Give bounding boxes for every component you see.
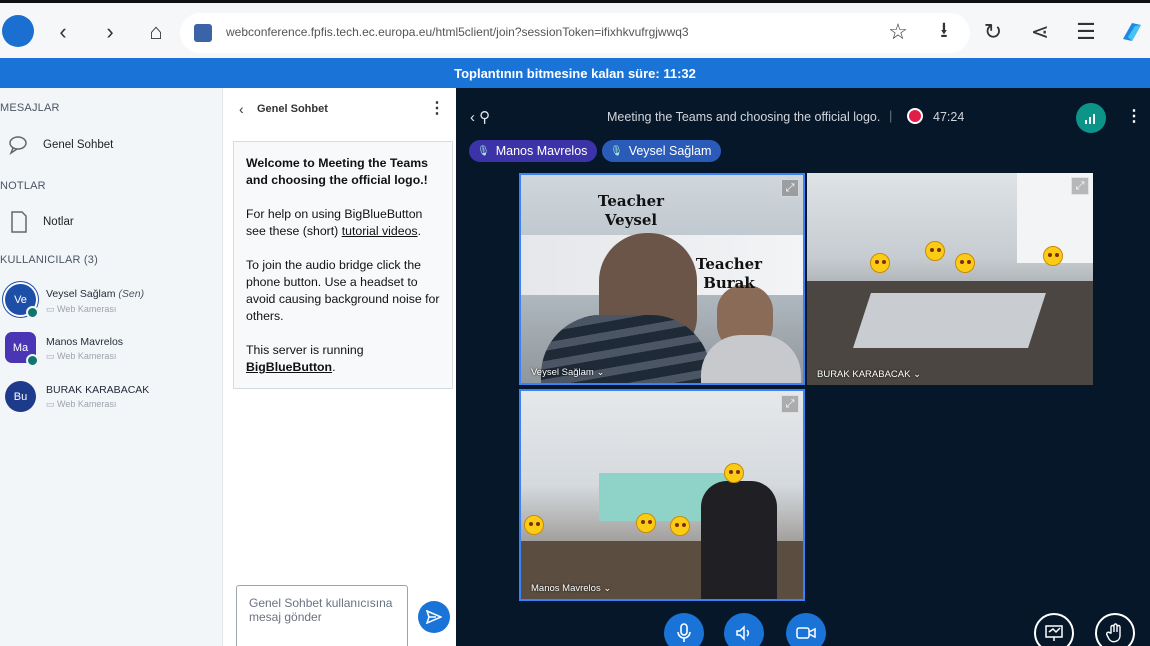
video-tile[interactable]: ⤢ BURAK KARABACAK ⌄	[807, 173, 1093, 385]
user-name: Veysel Sağlam (Sen)	[46, 288, 145, 300]
signal-bars-icon	[1085, 114, 1095, 124]
sidebar-item-notes[interactable]: Notlar	[0, 204, 222, 240]
browser-toolbar: ‹ › ⌂ webconference.fpfis.tech.ec.europa…	[0, 0, 1150, 58]
profile-avatar-icon[interactable]	[2, 15, 34, 47]
user-webcam-status: ▭ Web Kamerası	[46, 351, 117, 361]
you-tag: (Sen)	[118, 288, 145, 300]
back-icon[interactable]: ‹	[48, 17, 78, 47]
puzzle-board	[853, 293, 1046, 348]
chat-options-icon[interactable]: ⋮	[429, 98, 445, 118]
chat-bubble-icon	[4, 130, 34, 160]
face-emoji-icon	[870, 253, 890, 273]
presentation-button[interactable]	[1034, 613, 1074, 646]
presentation-icon	[1045, 625, 1063, 641]
face-emoji-icon	[955, 253, 975, 273]
user-webcam-status: ▭ Web Kamerası	[46, 304, 117, 314]
tile-user-name: Manos Mavrelos ⌄	[531, 583, 612, 594]
users-section-title: KULLANICILAR (3)	[0, 254, 98, 266]
reload-icon[interactable]: ↻	[978, 17, 1008, 47]
connection-status-button[interactable]	[1076, 103, 1106, 133]
tile-user-name: Veysel Sağlam ⌄	[531, 367, 605, 378]
title-separator: |	[889, 108, 893, 123]
toggle-userlist-icon[interactable]: ‹ ⚲	[470, 108, 490, 126]
fullscreen-icon[interactable]: ⤢	[781, 395, 799, 413]
notes-label: Notlar	[43, 216, 74, 228]
chat-message-input[interactable]: Genel Sohbet kullanıcısına mesaj gönder	[236, 585, 408, 646]
address-bar[interactable]: webconference.fpfis.tech.ec.europa.eu/ht…	[180, 13, 970, 53]
face-emoji-icon	[524, 515, 544, 535]
user-item[interactable]: Ve Veysel Sağlam (Sen) ▭ Web Kamerası	[0, 280, 222, 324]
welcome-server-text: This server is running BigBlueButton.	[246, 343, 364, 374]
face-emoji-icon	[925, 241, 945, 261]
recording-icon[interactable]	[907, 108, 923, 124]
user-webcam-status: ▭ Web Kamerası	[46, 399, 117, 409]
overlay-caption-teacher-burak: Teacher Burak	[695, 255, 763, 292]
microphone-icon: 🎙	[610, 145, 623, 157]
send-message-button[interactable]	[418, 601, 450, 633]
welcome-heading: Welcome to Meeting the Teams and choosin…	[246, 156, 428, 187]
user-item[interactable]: Bu BURAK KARABACAK ▭ Web Kamerası	[0, 377, 222, 421]
overlay-caption-teacher-veysel: Teacher Veysel	[597, 192, 665, 229]
user-name: BURAK KARABACAK	[46, 384, 150, 396]
microphone-status-icon	[26, 306, 39, 319]
options-menu-icon[interactable]: ⋮	[1126, 106, 1142, 126]
avatar: Bu	[5, 381, 36, 412]
bigbluebutton-link[interactable]: BigBlueButton	[246, 360, 332, 374]
raise-hand-button[interactable]	[1095, 613, 1135, 646]
tutorial-videos-link[interactable]: tutorial videos	[342, 224, 418, 238]
video-tile[interactable]: Teacher Veysel Teacher Burak ⤢ Veysel Sağl…	[519, 173, 805, 385]
notes-section-title: NOTLAR	[0, 180, 46, 192]
audio-button[interactable]	[724, 613, 764, 646]
microphone-icon: 🎙	[477, 145, 490, 157]
microphone-status-icon	[26, 354, 39, 367]
chevron-left-icon[interactable]: ‹	[239, 101, 244, 117]
face-emoji-icon	[670, 516, 690, 536]
send-icon	[426, 610, 442, 624]
microphone-button[interactable]	[664, 613, 704, 646]
chat-title: Genel Sohbet	[257, 103, 328, 115]
home-icon[interactable]: ⌂	[141, 17, 171, 47]
user-list-panel: MESAJLAR Genel Sohbet NOTLAR Notlar KULL…	[0, 88, 222, 646]
person-shirt	[701, 335, 801, 383]
share-icon[interactable]: ⋖	[1025, 17, 1055, 47]
meeting-time-remaining-banner: Toplantının bitmesine kalan süre: 11:32	[0, 58, 1150, 88]
face-emoji-icon	[636, 513, 656, 533]
microphone-icon	[677, 623, 691, 642]
standing-person	[701, 481, 777, 599]
video-tile[interactable]: ⤢ Manos Mavrelos ⌄	[519, 389, 805, 601]
bookmark-star-icon[interactable]: ☆	[883, 17, 913, 47]
tile-user-name: BURAK KARABACAK ⌄	[817, 369, 922, 380]
sidebar-item-public-chat[interactable]: Genel Sohbet	[0, 127, 222, 163]
url-text: webconference.fpfis.tech.ec.europa.eu/ht…	[226, 25, 689, 39]
meeting-area: ‹ ⚲ Meeting the Teams and choosing the o…	[456, 88, 1150, 646]
menu-icon[interactable]: ☰	[1071, 17, 1101, 47]
camera-icon	[796, 627, 816, 639]
site-info-icon[interactable]	[194, 24, 212, 42]
meeting-title: Meeting the Teams and choosing the offic…	[607, 110, 881, 124]
chat-header: ‹ Genel Sohbet ⋮	[223, 88, 457, 130]
welcome-message: Welcome to Meeting the Teams and choosin…	[233, 141, 453, 389]
document-icon	[4, 207, 34, 237]
app-root: ‹ › ⌂ webconference.fpfis.tech.ec.europa…	[0, 0, 1150, 646]
talking-indicator[interactable]: 🎙 Manos Mavrelos	[469, 140, 598, 162]
user-item[interactable]: Ma Manos Mavrelos ▭ Web Kamerası	[0, 328, 222, 372]
fullscreen-icon[interactable]: ⤢	[781, 179, 799, 197]
welcome-audio-text: To join the audio bridge click the phone…	[246, 258, 440, 323]
copilot-icon[interactable]	[1117, 17, 1147, 47]
recording-time: 47:24	[933, 110, 965, 124]
speaker-icon	[736, 625, 750, 641]
hand-icon	[1106, 623, 1121, 643]
public-chat-label: Genel Sohbet	[43, 139, 114, 151]
welcome-help-text: For help on using BigBlueButton see thes…	[246, 207, 423, 238]
chat-panel: ‹ Genel Sohbet ⋮ Welcome to Meeting the …	[222, 88, 456, 646]
talking-indicator[interactable]: 🎙 Veysel Sağlam	[602, 140, 722, 162]
face-emoji-icon	[724, 463, 744, 483]
face-emoji-icon	[1043, 246, 1063, 266]
webcam-button[interactable]	[786, 613, 826, 646]
fullscreen-icon[interactable]: ⤢	[1071, 177, 1089, 195]
download-icon[interactable]: ⭳	[929, 17, 959, 47]
messages-section-title: MESAJLAR	[0, 102, 60, 114]
user-name: Manos Mavrelos	[46, 336, 124, 348]
forward-icon[interactable]: ›	[95, 17, 125, 47]
